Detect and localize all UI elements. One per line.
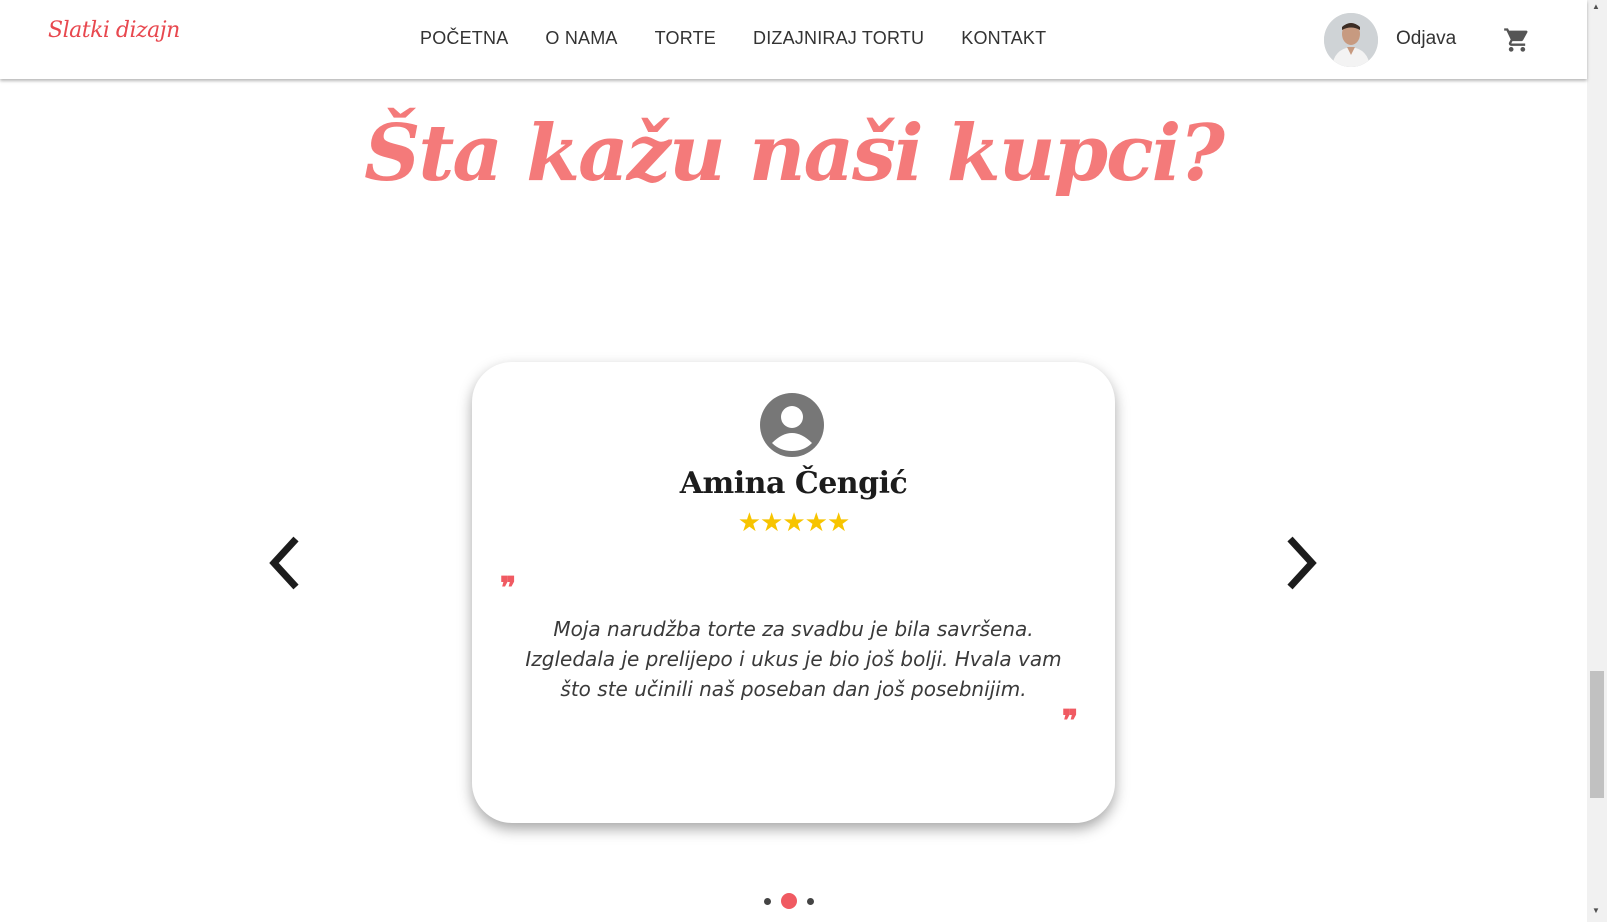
site-logo[interactable]: Slatki dizajn [48,18,180,43]
review-text: Moja narudžba torte za svadbu je bila sa… [525,617,1062,701]
nav-link-dizajniraj-tortu[interactable]: DIZAJNIRAJ TORTU [753,28,924,49]
scroll-thumb[interactable] [1590,671,1604,798]
rating-stars: ★★★★★ [737,507,851,537]
page: Slatki dizajn POČETNA O NAMA TORTE DIZAJ… [0,0,1587,922]
section-title: Šta kažu naši kupci? [364,108,1225,199]
quote-open-icon: ❞ [500,571,517,606]
quote-close-icon: ❞ [1062,704,1079,739]
carousel-dot-1[interactable] [764,897,771,905]
chevron-right-icon [1287,536,1317,590]
chevron-left-icon [269,536,299,590]
navbar: Slatki dizajn POČETNA O NAMA TORTE DIZAJ… [0,0,1587,79]
nav-link-kontakt[interactable]: KONTAKT [961,28,1046,49]
scroll-down-icon[interactable]: ▼ [1592,906,1600,915]
user-avatar[interactable] [1324,13,1378,67]
carousel-prev-button[interactable] [266,535,306,591]
user-circle-icon [760,393,824,457]
nav-link-o-nama[interactable]: O NAMA [545,28,617,49]
cart-icon[interactable] [1502,26,1532,54]
carousel-dot-3[interactable] [807,897,814,905]
nav-link-torte[interactable]: TORTE [655,28,716,49]
nav-link-pocetna[interactable]: POČETNA [420,28,508,49]
reviewer-name: Amina Čengić [679,466,908,501]
scroll-up-icon[interactable]: ▲ [1592,2,1600,11]
carousel-dot-2[interactable] [781,893,797,909]
logout-link[interactable]: Odjava [1396,28,1456,50]
main-nav: POČETNA O NAMA TORTE DIZAJNIRAJ TORTU KO… [420,28,1083,49]
testimonial-card: Amina Čengić ★★★★★ ❞ Moja narudžba torte… [472,362,1115,823]
carousel-next-button[interactable] [1280,535,1320,591]
page-scrollbar[interactable]: ▲ ▼ [1587,0,1607,922]
avatar-photo-icon [1324,13,1378,67]
carousel-indicators [764,893,814,909]
